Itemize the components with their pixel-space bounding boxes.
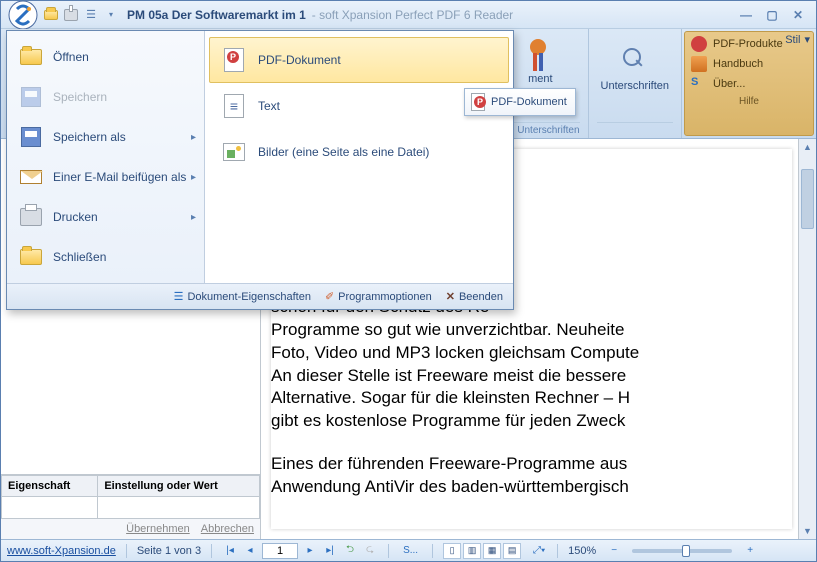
- nav-next-button[interactable]: ▸: [302, 543, 318, 559]
- app-title: - soft Xpansion Perfect PDF 6 Reader: [312, 8, 513, 22]
- app-menu-footer: ☰Dokument-Eigenschaften ✐Programmoptione…: [7, 283, 513, 309]
- chevron-down-icon: ▾: [804, 34, 810, 46]
- search-button[interactable]: S...: [399, 543, 422, 559]
- scroll-thumb[interactable]: [801, 169, 814, 229]
- document-text: Eines der führenden Freeware-Programme a…: [271, 453, 786, 499]
- scroll-up-icon[interactable]: ▲: [799, 139, 816, 155]
- ribbon-group-help: PDF-Produkte Handbuch SÜber... Hilfe: [684, 31, 814, 136]
- zoom-in-button[interactable]: +: [742, 543, 758, 559]
- col-property: Eigenschaft: [2, 476, 98, 497]
- footer-options[interactable]: ✐Programmoptionen: [325, 290, 432, 303]
- footer-exit[interactable]: ✕Beenden: [446, 290, 503, 303]
- close-button[interactable]: ✕: [786, 6, 810, 24]
- titlebar: ☰ ▾ PM 05a Der Softwaremarkt im 1 - soft…: [1, 1, 816, 29]
- table-cell[interactable]: [98, 497, 260, 519]
- help-about[interactable]: SÜber...: [691, 74, 807, 94]
- app-menu-left: Öffnen Speichern Speichern als▸ Einer E-…: [7, 31, 205, 283]
- signatures-button[interactable]: Unterschriften: [597, 33, 673, 105]
- footer-doc-properties[interactable]: ☰Dokument-Eigenschaften: [174, 290, 311, 303]
- help-manual[interactable]: Handbuch: [691, 54, 807, 74]
- exit-icon: ✕: [446, 290, 455, 303]
- qat-properties-icon[interactable]: ☰: [83, 7, 99, 23]
- scroll-down-icon[interactable]: ▼: [799, 523, 816, 539]
- options-icon: ✐: [325, 290, 334, 303]
- s-icon: S: [691, 76, 707, 92]
- submenu-pdf[interactable]: PDF-Dokument: [209, 37, 509, 83]
- menu-close[interactable]: Schließen: [7, 237, 204, 277]
- maximize-button[interactable]: ▢: [760, 6, 784, 24]
- col-value: Einstellung oder Wert: [98, 476, 260, 497]
- vendor-link[interactable]: www.soft-Xpansion.de: [7, 545, 116, 557]
- table-cell[interactable]: [2, 497, 98, 519]
- qat-dropdown-icon[interactable]: ▾: [103, 7, 119, 23]
- vertical-scrollbar[interactable]: ▲ ▼: [798, 139, 816, 539]
- tooltip: PDF-Dokument: [464, 88, 576, 116]
- zoom-thumb[interactable]: [682, 545, 690, 557]
- ribbon-group-label: Hilfe: [691, 96, 807, 107]
- menu-email[interactable]: Einer E-Mail beifügen als▸: [7, 157, 204, 197]
- zoom-slider[interactable]: [632, 549, 732, 553]
- chevron-right-icon: ▸: [191, 132, 196, 143]
- view-single-button[interactable]: ▯: [443, 543, 461, 559]
- nav-back-button[interactable]: ⮌: [342, 543, 358, 559]
- magnifier-icon: [619, 46, 651, 78]
- nav-fwd-button[interactable]: ⮎: [362, 543, 378, 559]
- zoom-level: 150%: [568, 545, 596, 557]
- page-input[interactable]: [262, 543, 298, 559]
- nav-last-button[interactable]: ▸|: [322, 543, 338, 559]
- view-cont-button[interactable]: ▥: [463, 543, 481, 559]
- status-bar: www.soft-Xpansion.de Seite 1 von 3 |◂ ◂ …: [1, 539, 816, 561]
- zoom-out-button[interactable]: −: [606, 543, 622, 559]
- view-facing-button[interactable]: ▦: [483, 543, 501, 559]
- chevron-right-icon: ▸: [191, 212, 196, 223]
- ribbon-group-signatures: Unterschriften: [589, 29, 682, 138]
- application-menu: Öffnen Speichern Speichern als▸ Einer E-…: [6, 30, 514, 310]
- menu-save-as[interactable]: Speichern als▸: [7, 117, 204, 157]
- menu-save: Speichern: [7, 77, 204, 117]
- pdf-icon: [471, 93, 485, 111]
- properties-table: Eigenschaft Einstellung oder Wert: [1, 475, 260, 519]
- app-logo[interactable]: [7, 0, 39, 31]
- qat-print-icon[interactable]: [63, 7, 79, 23]
- page-indicator: Seite 1 von 3: [137, 545, 201, 557]
- chevron-right-icon: ▸: [191, 172, 196, 183]
- menu-print[interactable]: Drucken▸: [7, 197, 204, 237]
- nav-first-button[interactable]: |◂: [222, 543, 238, 559]
- menu-open[interactable]: Öffnen: [7, 37, 204, 77]
- nav-prev-button[interactable]: ◂: [242, 543, 258, 559]
- qat-open-icon[interactable]: [43, 7, 59, 23]
- app-menu-right: PDF-Dokument Text Bilder (eine Seite als…: [205, 31, 513, 283]
- view-book-button[interactable]: ▤: [503, 543, 521, 559]
- submenu-images[interactable]: Bilder (eine Seite als eine Datei): [209, 129, 509, 175]
- zoom-fit-button[interactable]: ⤢▾: [531, 543, 547, 559]
- minimize-button[interactable]: —: [734, 6, 758, 24]
- badge-icon: [524, 39, 556, 71]
- document-title: PM 05a Der Softwaremarkt im 1: [127, 8, 306, 22]
- properties-icon: ☰: [174, 290, 184, 303]
- apply-link[interactable]: Übernehmen: [126, 523, 190, 535]
- cancel-link[interactable]: Abbrechen: [201, 523, 254, 535]
- pdf-icon: [691, 36, 707, 52]
- book-icon: [691, 56, 707, 72]
- style-dropdown[interactable]: Stil▾: [781, 33, 810, 46]
